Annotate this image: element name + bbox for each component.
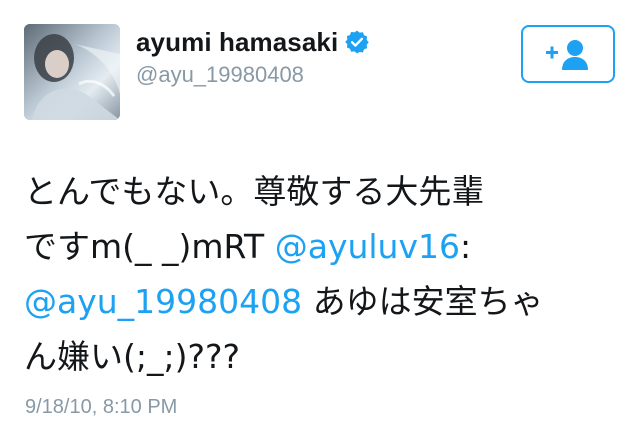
mention-link[interactable]: @ayu_19980408 [24,282,302,321]
tweet-text-segment: ですm(_ _)mRT [24,227,275,266]
tweet-line-4: ん嫌い(;_;)??? [24,337,241,376]
avatar[interactable] [24,24,120,120]
tweet-timestamp[interactable]: 9/18/10, 8:10 PM [25,396,177,419]
avatar-image [24,24,120,120]
verified-badge-icon [345,30,369,54]
tweet-line-1: とんでもない。尊敬する大先輩 [24,172,485,211]
user-info: ayumi hamasaki @ayu_19980408 [136,26,370,88]
tweet-text: とんでもない。尊敬する大先輩 ですm(_ _)mRT @ayuluv16: @a… [24,164,620,384]
mention-link[interactable]: @ayuluv16 [275,227,460,266]
follow-button[interactable] [521,25,615,83]
display-name[interactable]: ayumi hamasaki [136,27,338,58]
tweet-text-segment: あゆは安室ちゃ [302,282,544,321]
name-row: ayumi hamasaki [136,26,370,58]
tweet-text-segment: : [460,227,472,266]
add-person-icon [546,40,588,70]
user-handle[interactable]: @ayu_19980408 [136,62,370,88]
tweet-card: ayumi hamasaki @ayu_19980408 とんでもない。尊敬する… [0,0,640,448]
